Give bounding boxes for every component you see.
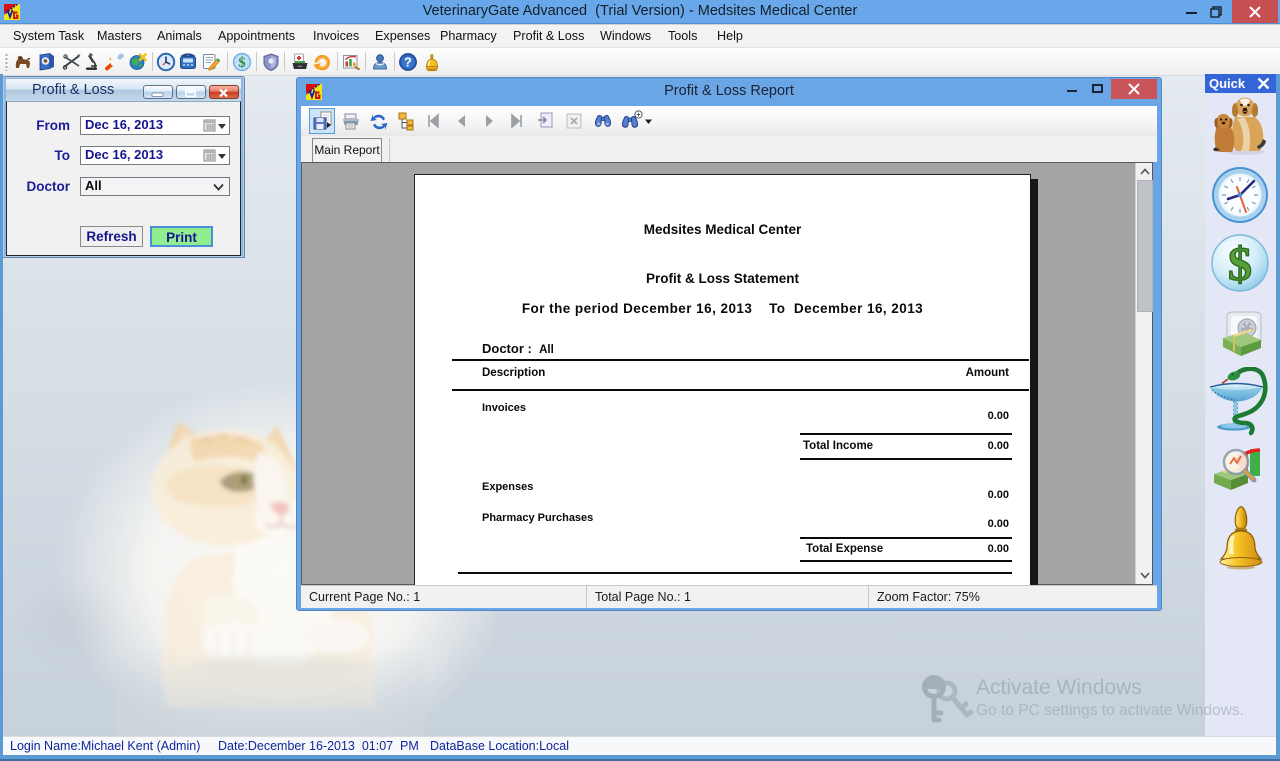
svg-text:$: $: [238, 55, 245, 71]
svg-text:?: ?: [404, 56, 412, 70]
svg-text:$: $: [1228, 238, 1252, 291]
